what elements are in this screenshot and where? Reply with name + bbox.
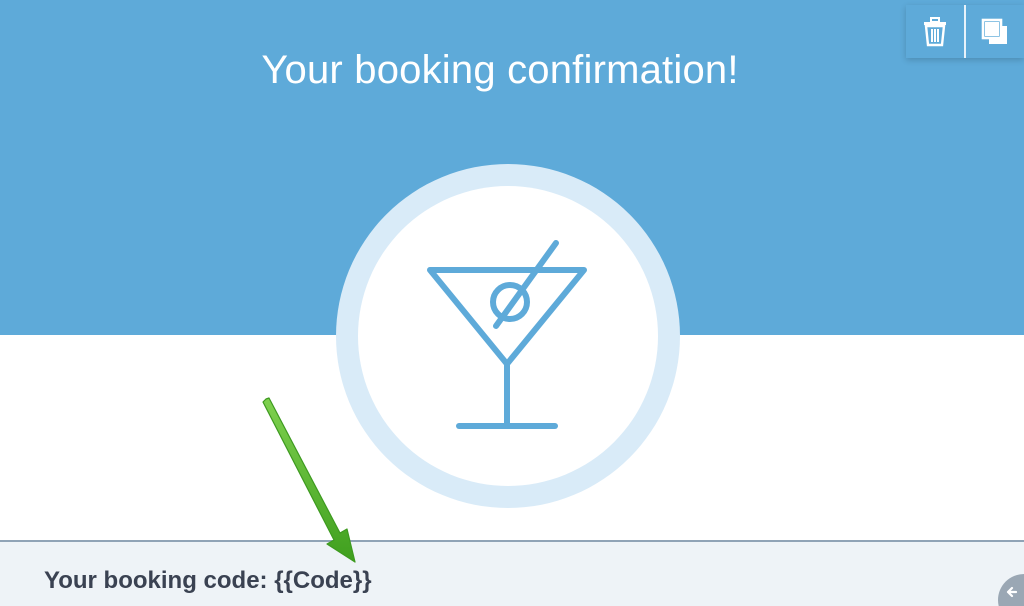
- copy-icon: [981, 18, 1007, 44]
- expand-icon: [1006, 586, 1018, 598]
- duplicate-button[interactable]: [966, 5, 1024, 58]
- block-toolbar: [906, 5, 1024, 58]
- booking-confirmation-canvas: Your booking confirmation! Your booking …: [0, 0, 1024, 606]
- cocktail-glass-icon: [427, 240, 587, 429]
- booking-code-row[interactable]: Your booking code: {{Code}}: [0, 540, 1024, 606]
- booking-code-text: Your booking code: {{Code}}: [44, 567, 372, 594]
- trash-icon: [924, 16, 946, 46]
- delete-button[interactable]: [906, 5, 964, 58]
- page-title: Your booking confirmation!: [261, 48, 739, 92]
